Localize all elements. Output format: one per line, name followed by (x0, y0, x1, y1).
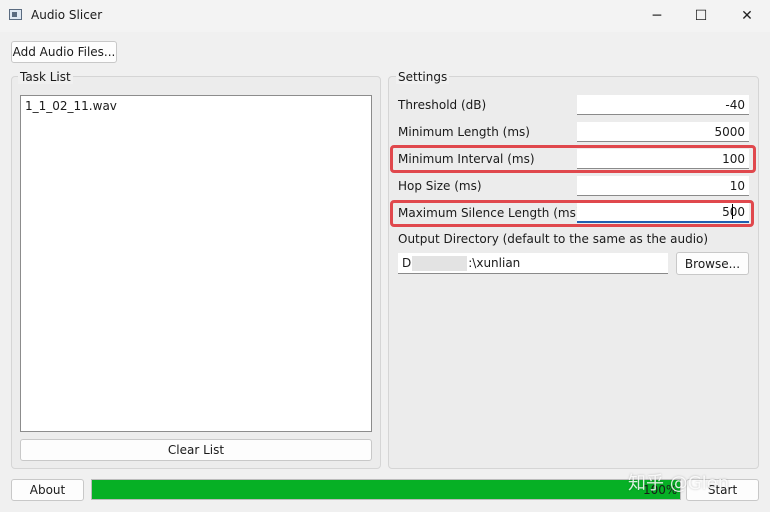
hop-size-label: Hop Size (ms) (398, 179, 482, 193)
output-dir-prefix: D (402, 256, 412, 270)
browse-button[interactable]: Browse... (676, 252, 749, 275)
list-item[interactable]: 1_1_02_11.wav (25, 99, 117, 113)
settings-title: Settings (396, 70, 450, 84)
progress-bar (91, 479, 681, 500)
watermark-text: 知乎 @Glen (628, 473, 730, 494)
close-icon[interactable]: ✕ (724, 0, 770, 32)
max-silence-highlight (390, 200, 754, 227)
add-audio-files-button[interactable]: Add Audio Files... (11, 41, 117, 63)
min-length-label: Minimum Length (ms) (398, 125, 530, 139)
threshold-label: Threshold (dB) (398, 98, 487, 112)
maximize-icon[interactable]: ☐ (678, 0, 724, 32)
window-title: Audio Slicer (31, 8, 103, 22)
output-dir-label: Output Directory (default to the same as… (398, 232, 709, 246)
min-length-input[interactable] (577, 122, 749, 142)
about-button[interactable]: About (11, 479, 84, 501)
hop-size-input[interactable] (577, 176, 749, 196)
min-interval-highlight (390, 145, 756, 173)
minimize-icon[interactable]: ─ (634, 0, 680, 32)
app-window-icon (9, 9, 22, 20)
progress-fill (92, 480, 680, 499)
output-dir-suffix: :\xunlian (468, 256, 521, 270)
task-list[interactable]: 1_1_02_11.wav (20, 95, 372, 432)
threshold-input[interactable] (577, 95, 749, 115)
redacted-path (412, 255, 468, 271)
title-bar: Audio Slicer ─ ☐ ✕ (0, 0, 770, 32)
clear-list-button[interactable]: Clear List (20, 439, 372, 461)
output-dir-input[interactable]: D :\xunlian (398, 253, 668, 274)
task-list-title: Task List (18, 70, 73, 84)
